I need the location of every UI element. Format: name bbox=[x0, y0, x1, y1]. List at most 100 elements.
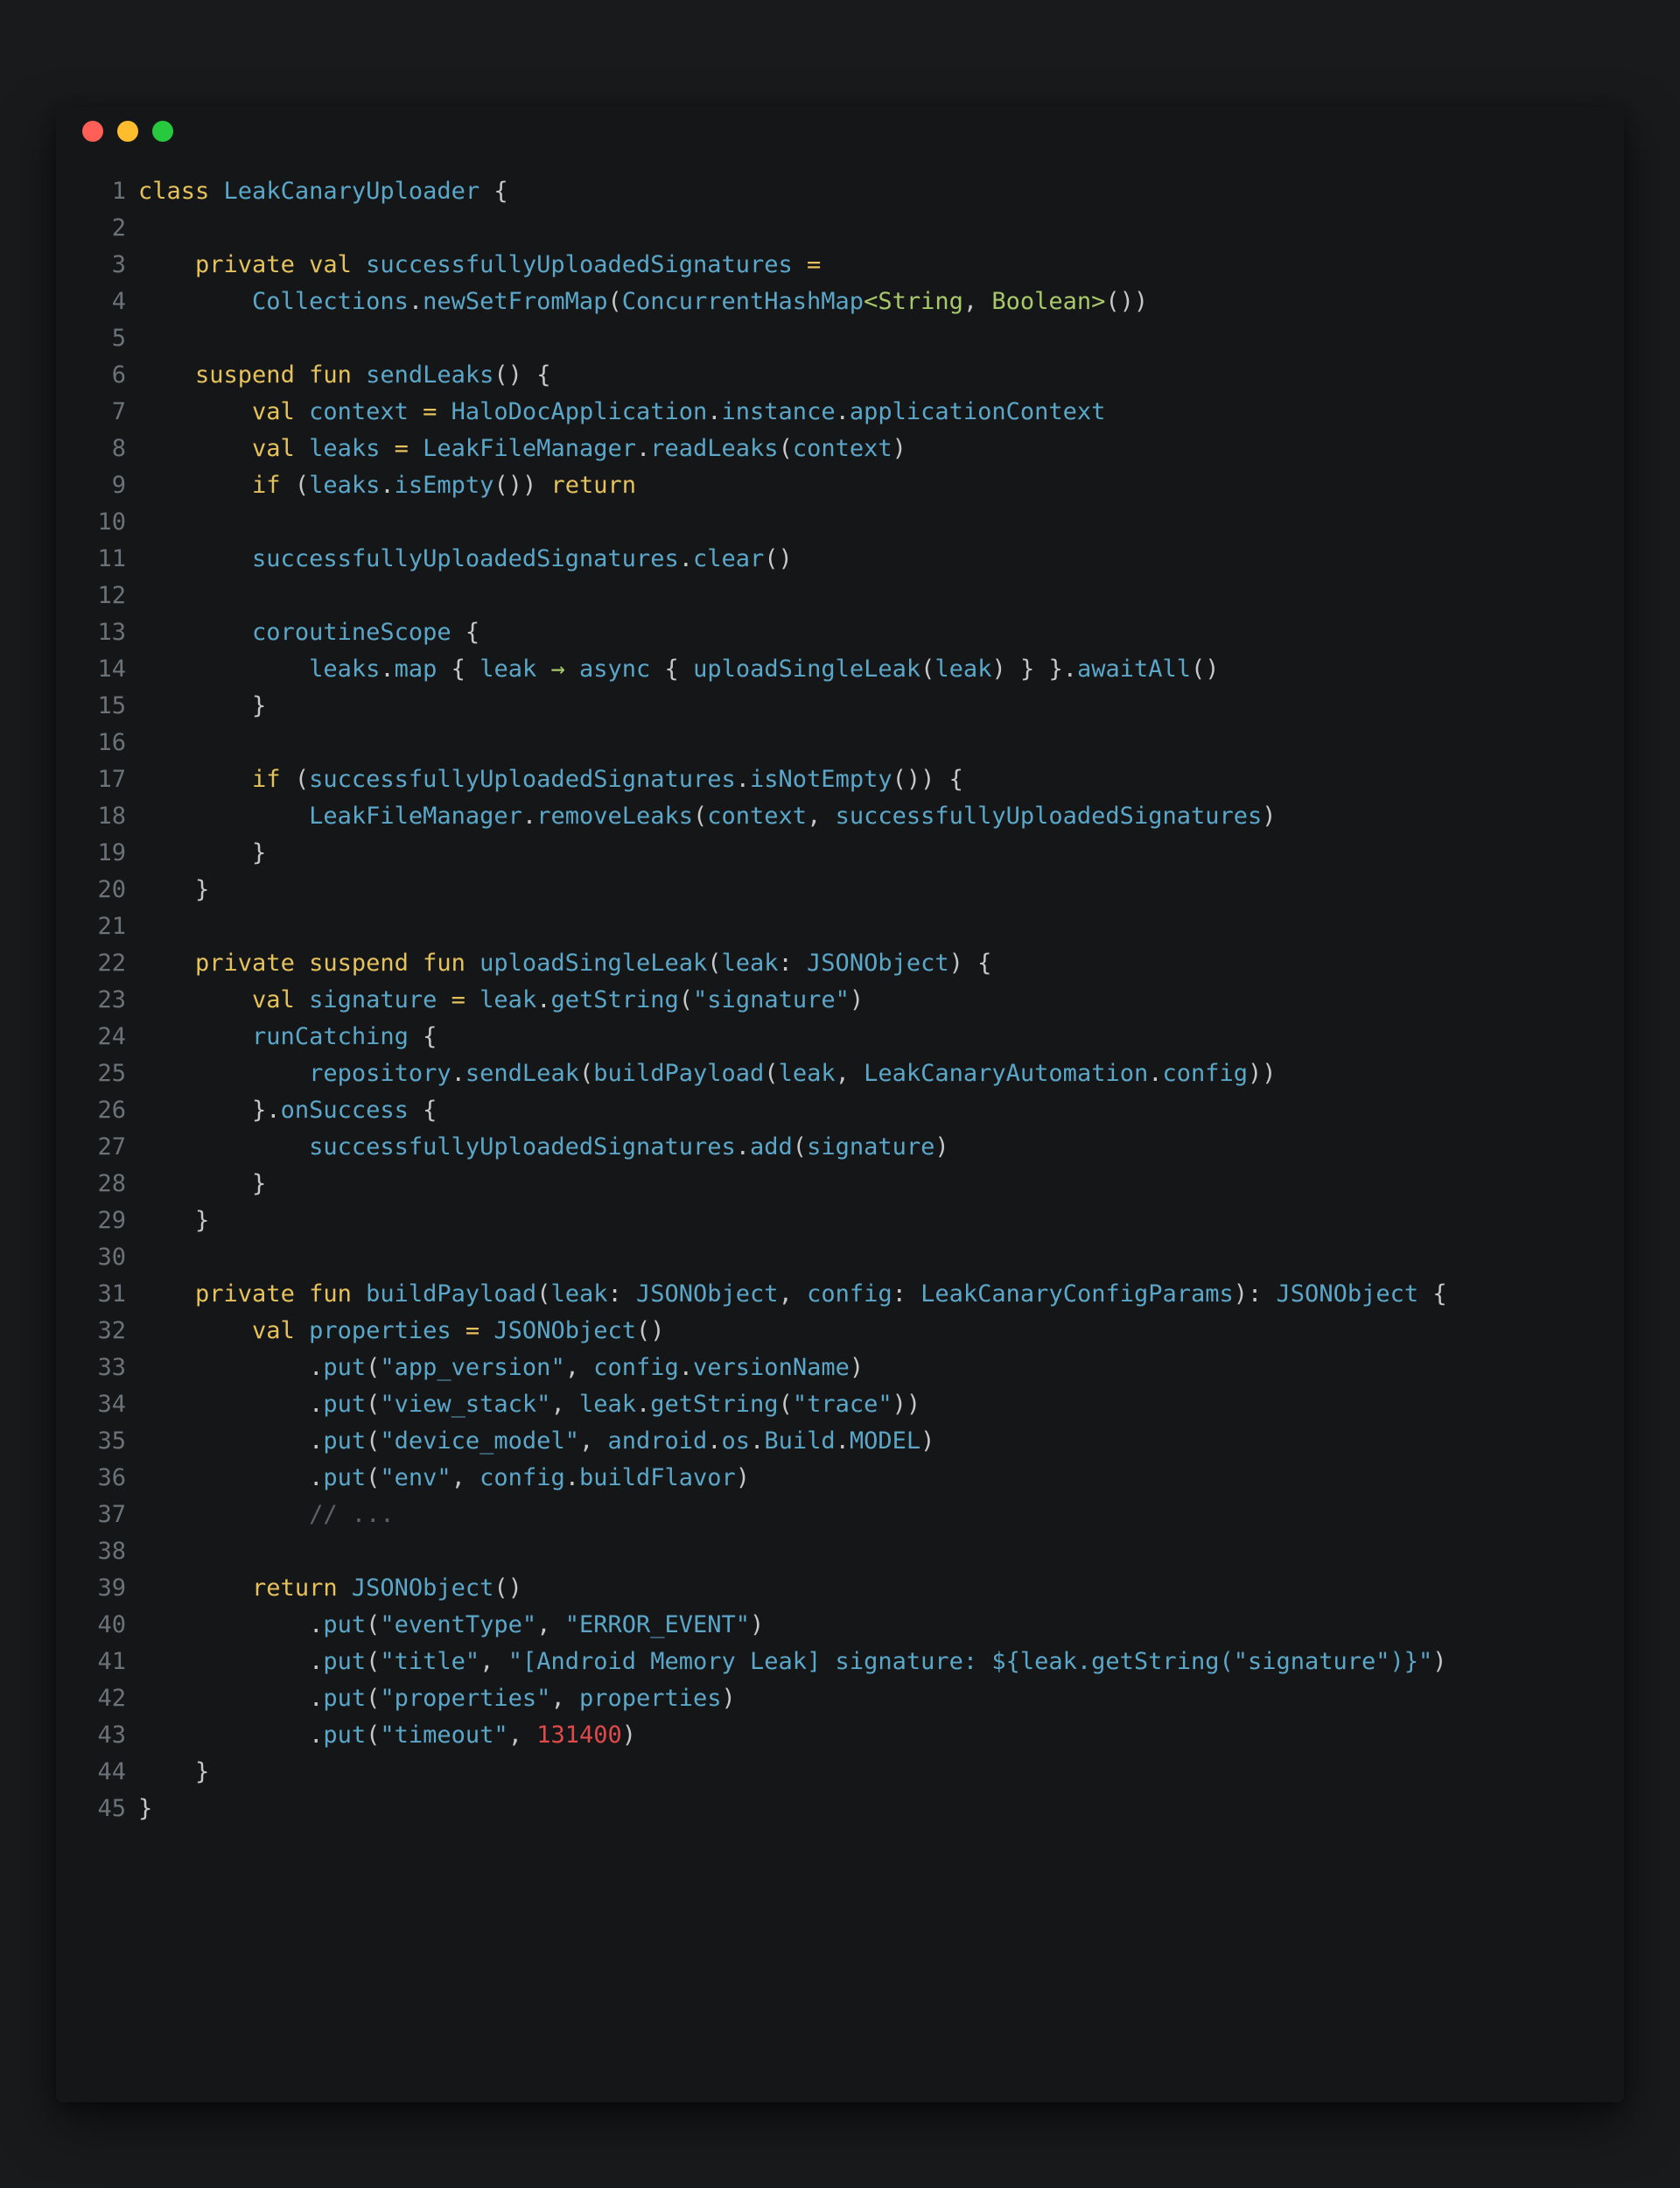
minimize-button[interactable] bbox=[117, 121, 138, 142]
code-token: Boolean> bbox=[991, 288, 1106, 315]
code-token: ( bbox=[366, 1391, 381, 1418]
code-line: 13 coroutineScope { bbox=[56, 614, 1447, 651]
code-text: } bbox=[138, 1754, 209, 1791]
code-token: = bbox=[437, 986, 480, 1013]
code-token: . bbox=[635, 435, 651, 462]
code-token: } bbox=[138, 692, 267, 719]
line-number: 29 bbox=[97, 1207, 126, 1234]
line-number: 2 bbox=[111, 214, 126, 242]
code-text: leaks.map { leak → async { uploadSingleL… bbox=[138, 651, 1220, 688]
code-token: = bbox=[792, 251, 822, 278]
code-token: }. bbox=[138, 1097, 281, 1124]
code-token: JSONObject bbox=[636, 1280, 779, 1308]
code-token: properties bbox=[578, 1685, 722, 1712]
code-token: LeakFileManager bbox=[309, 803, 522, 830]
code-token: put bbox=[323, 1611, 367, 1638]
code-token: readLeaks bbox=[650, 435, 779, 462]
line-number: 27 bbox=[97, 1133, 126, 1161]
code-token: LeakFileManager bbox=[423, 435, 636, 462]
code-token: : bbox=[607, 1280, 636, 1308]
code-token: . bbox=[138, 1648, 324, 1675]
code-token: → bbox=[536, 656, 579, 683]
code-line: 14 leaks.map { leak → async { uploadSing… bbox=[56, 651, 1447, 688]
code-text: .put("timeout", 131400) bbox=[138, 1717, 636, 1754]
code-token: LeakCanaryConfigParams bbox=[920, 1280, 1234, 1308]
code-line: 26 }.onSuccess { bbox=[56, 1092, 1447, 1129]
code-line: 7 val context = HaloDocApplication.insta… bbox=[56, 394, 1447, 431]
code-line: 1 class LeakCanaryUploader { bbox=[56, 173, 1447, 210]
code-token: config bbox=[480, 1464, 565, 1491]
code-token: successfullyUploadedSignatures bbox=[835, 803, 1263, 830]
code-token: coroutineScope bbox=[252, 619, 452, 646]
code-token: , bbox=[536, 1611, 565, 1638]
code-token: { bbox=[480, 178, 508, 205]
code-text: .put("eventType", "ERROR_EVENT") bbox=[138, 1607, 764, 1644]
code-token: getString bbox=[650, 1391, 779, 1418]
code-token: return bbox=[550, 472, 637, 499]
code-line: 38 bbox=[56, 1533, 1447, 1570]
code-token: , bbox=[807, 803, 836, 830]
code-token: () bbox=[1191, 656, 1220, 683]
code-token: applicationContext bbox=[849, 398, 1106, 425]
code-token: leaks bbox=[309, 656, 381, 683]
code-token: successfullyUploadedSignatures bbox=[309, 1133, 736, 1161]
code-token: ( bbox=[792, 1133, 808, 1161]
code-text: val signature = leak.getString("signatur… bbox=[138, 982, 864, 1019]
code-token: clear bbox=[692, 545, 765, 572]
line-number: 43 bbox=[97, 1722, 126, 1749]
code-token: . bbox=[522, 803, 537, 830]
code-text: } bbox=[138, 1166, 266, 1203]
line-number: 33 bbox=[97, 1354, 126, 1381]
code-token: MODEL bbox=[849, 1427, 921, 1455]
code-token: { bbox=[650, 656, 694, 683]
code-text: successfullyUploadedSignatures.add(signa… bbox=[138, 1129, 949, 1166]
code-token: . bbox=[707, 398, 722, 425]
code-token: return bbox=[252, 1574, 352, 1602]
code-token: "signature" bbox=[693, 986, 850, 1013]
code-token: context bbox=[792, 435, 892, 462]
code-token: context bbox=[707, 803, 808, 830]
code-token: . bbox=[636, 1391, 651, 1418]
code-token: . bbox=[138, 1391, 324, 1418]
code-line: 11 successfullyUploadedSignatures.clear(… bbox=[56, 541, 1447, 578]
code-text: } bbox=[138, 872, 209, 908]
code-token: buildPayload bbox=[593, 1060, 765, 1087]
code-token: . bbox=[536, 986, 551, 1013]
code-token: , bbox=[508, 1722, 537, 1749]
code-token: { bbox=[1418, 1280, 1447, 1308]
code-token: ) bbox=[721, 1685, 736, 1712]
code-token: leaks bbox=[309, 435, 381, 462]
code-token: awaitAll bbox=[1077, 656, 1192, 683]
code-line: 21 bbox=[56, 908, 1447, 945]
code-text: .put("properties", properties) bbox=[138, 1680, 736, 1717]
code-token: , bbox=[962, 288, 992, 315]
code-token: . bbox=[678, 1354, 694, 1381]
code-token: suspend fun bbox=[195, 361, 367, 389]
code-line: 9 if (leaks.isEmpty()) return bbox=[56, 467, 1447, 504]
code-line: 44 } bbox=[56, 1754, 1447, 1791]
close-button[interactable] bbox=[82, 121, 103, 142]
code-token: "title" bbox=[380, 1648, 480, 1675]
code-token: private fun bbox=[195, 1280, 367, 1308]
maximize-button[interactable] bbox=[152, 121, 173, 142]
code-token: ( bbox=[366, 1722, 381, 1749]
code-token: JSONObject bbox=[351, 1574, 494, 1602]
line-number: 4 bbox=[111, 288, 126, 315]
code-line: 10 bbox=[56, 504, 1447, 541]
code-token: . bbox=[408, 288, 424, 315]
code-line: 40 .put("eventType", "ERROR_EVENT") bbox=[56, 1607, 1447, 1644]
code-text: if (successfullyUploadedSignatures.isNot… bbox=[138, 761, 963, 798]
code-token: 131400 bbox=[536, 1722, 622, 1749]
line-number: 25 bbox=[97, 1060, 126, 1087]
code-editor[interactable]: 1 class LeakCanaryUploader {2 3 private va… bbox=[56, 173, 1447, 1827]
code-token: ( bbox=[366, 1427, 381, 1455]
code-token: leak bbox=[480, 986, 537, 1013]
code-token: () { bbox=[494, 361, 551, 389]
code-token: ) bbox=[735, 1464, 751, 1491]
